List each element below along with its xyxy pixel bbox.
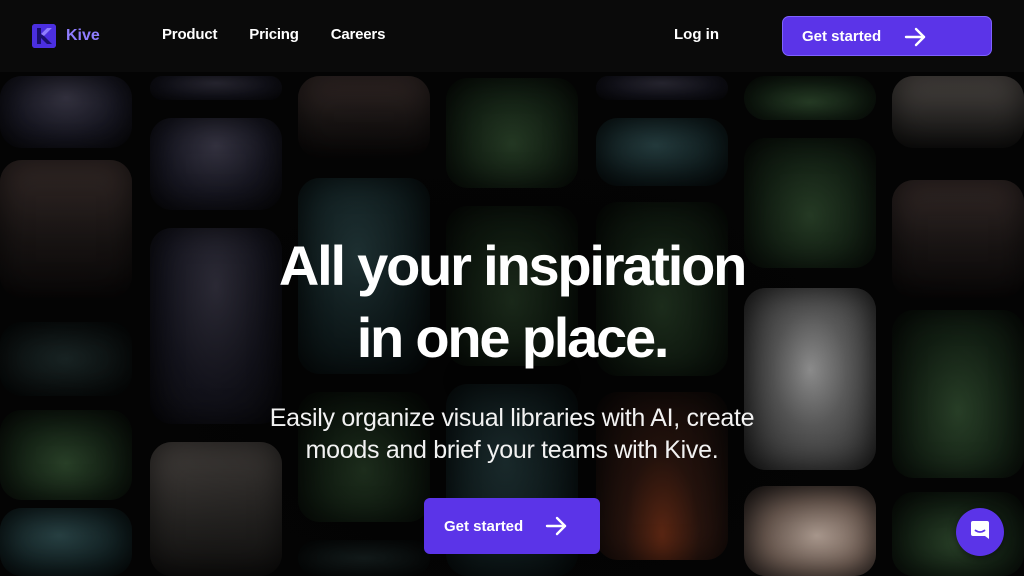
hero-subtitle: Easily organize visual libraries with AI… [212,402,812,466]
brand-logo[interactable]: Kive [32,24,100,48]
nav-item-pricing[interactable]: Pricing [249,26,299,43]
hero-title-line: All your inspiration [278,234,747,297]
hero-get-started-button[interactable]: Get started [424,498,600,554]
hero-title-line: in one place. [356,306,670,369]
header-get-started-label: Get started [802,27,882,45]
nav-item-product[interactable]: Product [162,26,217,43]
nav-item-careers[interactable]: Careers [331,26,386,43]
brand-name: Kive [66,27,100,44]
login-link[interactable]: Log in [674,26,719,43]
hero-get-started-label: Get started [444,517,524,535]
arrow-right-icon [903,25,927,53]
chat-launcher-button[interactable] [956,508,1004,556]
hero-subtitle-line: moods and brief your teams with Kive. [305,436,719,464]
hero-subtitle-line: Easily organize visual libraries with AI… [269,404,755,432]
header-get-started-button[interactable]: Get started [782,16,992,56]
arrow-right-icon [544,514,568,542]
site-header: Kive Product Pricing Careers Log in Get … [0,0,1024,72]
main-nav: Product Pricing Careers [162,26,385,43]
chat-icon [968,518,992,547]
kive-logo-icon [32,24,56,48]
hero-title: All your inspiration in one place. [200,230,824,374]
